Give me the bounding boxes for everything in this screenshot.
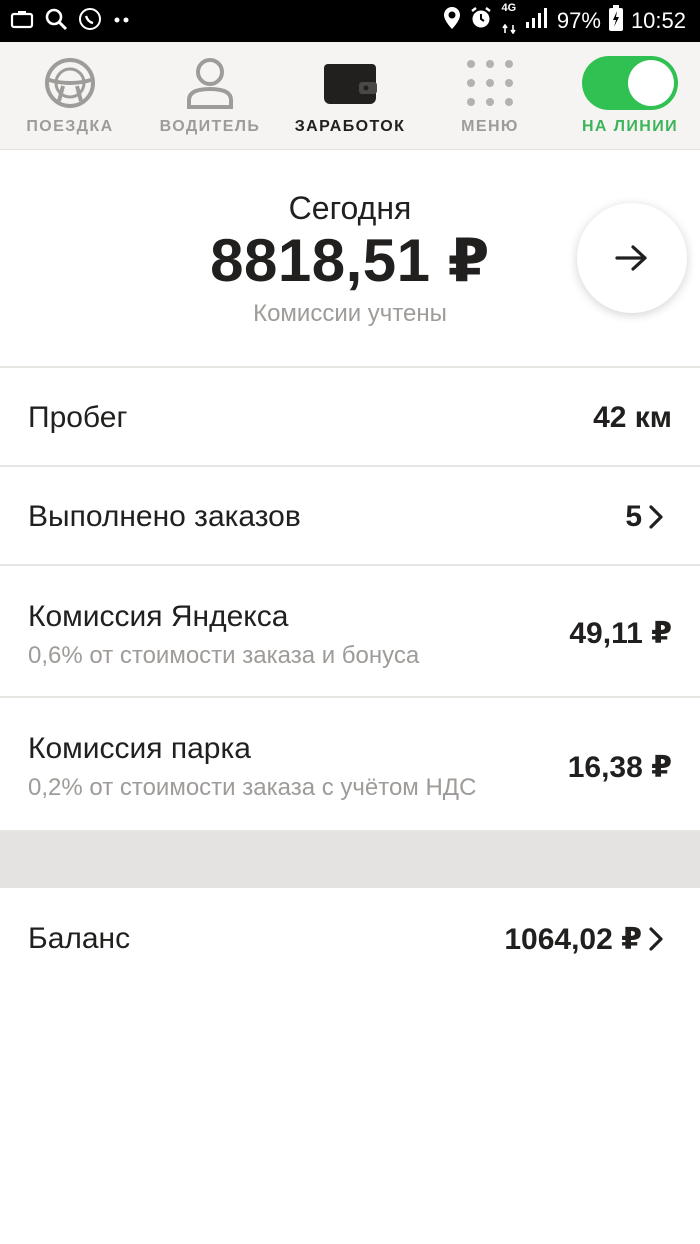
online-toggle[interactable] xyxy=(582,56,678,110)
call-notification-icon xyxy=(78,7,102,36)
arrow-right-icon xyxy=(615,245,647,271)
yandex-fee-description: 0,6% от стоимости заказа и бонуса xyxy=(28,642,420,669)
steering-wheel-icon xyxy=(40,56,100,110)
nav-tab-earnings-label: ЗАРАБОТОК xyxy=(294,118,406,135)
nav-tab-driver-label: ВОДИТЕЛЬ xyxy=(159,118,261,135)
alarm-icon xyxy=(469,6,493,36)
balance-label: Баланс xyxy=(28,922,131,955)
nav-tab-trip[interactable]: ПОЕЗДКА xyxy=(0,42,140,150)
nav-tab-trip-label: ПОЕЗДКА xyxy=(26,118,114,135)
network-type-icon: 4G xyxy=(501,2,517,40)
status-bar: 4G 97% 10:52 xyxy=(0,0,700,42)
section-divider xyxy=(0,832,700,888)
driver-person-icon xyxy=(180,56,240,110)
nav-tab-menu-label: МЕНЮ xyxy=(461,118,519,135)
location-icon xyxy=(443,6,461,36)
yandex-fee-value: 49,11 ₽ xyxy=(569,617,672,650)
yandex-fee-label: Комиссия Яндекса xyxy=(28,600,289,633)
photo-notification-icon xyxy=(10,8,34,35)
top-navigation: ПОЕЗДКА ВОДИТЕЛЬ ЗАРАБОТОК МЕНЮ НА ЛИНИИ xyxy=(0,42,700,150)
completed-orders-label: Выполнено заказов xyxy=(28,500,301,533)
completed-orders-value: 5 xyxy=(625,500,642,533)
chevron-right-icon xyxy=(649,927,663,951)
more-notifications-icon xyxy=(112,12,132,30)
grid-menu-icon xyxy=(460,56,520,110)
mileage-value: 42 км xyxy=(593,401,672,434)
earnings-summary: Сегодня 8818,51 ₽ Комиссии учтены xyxy=(0,150,700,368)
details-arrow-button[interactable] xyxy=(577,203,687,313)
nav-tab-driver[interactable]: ВОДИТЕЛЬ xyxy=(140,42,280,150)
online-toggle-knob[interactable] xyxy=(628,60,674,106)
battery-percentage: 97% xyxy=(556,8,601,33)
nav-tab-online-label: НА ЛИНИИ xyxy=(581,118,679,135)
summary-note: Комиссии учтены xyxy=(253,300,447,327)
search-notification-icon xyxy=(44,7,68,36)
battery-charging-icon xyxy=(608,5,623,37)
park-fee-value: 16,38 ₽ xyxy=(567,751,672,784)
clock: 10:52 xyxy=(630,8,686,33)
online-toggle-track[interactable] xyxy=(582,56,678,110)
park-fee-label: Комиссия парка xyxy=(28,732,251,765)
yandex-fee-row: Комиссия Яндекса 0,6% от стоимости заказ… xyxy=(0,566,700,698)
balance-value: 1064,02 ₽ xyxy=(504,923,642,956)
mileage-label: Пробег xyxy=(28,401,128,434)
chevron-right-icon xyxy=(649,505,663,529)
balance-row[interactable]: Баланс 1064,02 ₽ xyxy=(0,888,700,988)
nav-tab-earnings[interactable]: ЗАРАБОТОК xyxy=(280,42,420,150)
nav-tab-menu[interactable]: МЕНЮ xyxy=(420,42,560,150)
wallet-icon xyxy=(320,56,380,110)
nav-tab-online[interactable]: НА ЛИНИИ xyxy=(560,42,700,150)
completed-orders-row[interactable]: Выполнено заказов 5 xyxy=(0,467,700,566)
park-fee-description: 0,2% от стоимости заказа с учётом НДС xyxy=(28,774,477,801)
mileage-row: Пробег 42 км xyxy=(0,368,700,467)
park-fee-row: Комиссия парка 0,2% от стоимости заказа … xyxy=(0,698,700,832)
signal-icon xyxy=(525,7,549,35)
